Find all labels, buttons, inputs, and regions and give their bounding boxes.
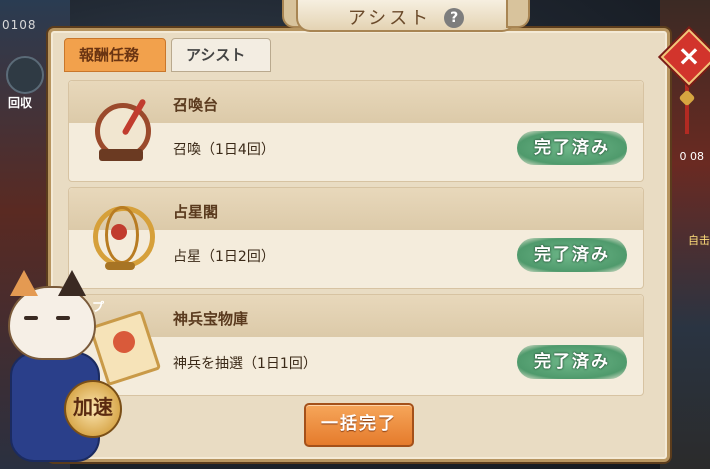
dialog-title: アシスト [347, 8, 432, 29]
completed-badge: 完了済み [517, 345, 627, 379]
mascot-eye-right [56, 316, 70, 320]
astrolabe-icon [83, 200, 159, 276]
recycle-icon[interactable] [6, 56, 44, 94]
help-icon[interactable]: ? [444, 7, 465, 28]
list-item: 召喚台 召喚（1日4回） 完了済み [68, 80, 644, 182]
list-item-title: 占星閣 [173, 203, 219, 221]
close-tassel [685, 78, 689, 134]
background-event-text: 自击 [688, 234, 710, 247]
list-item-description: 神兵を抽選（1日1回） [173, 356, 317, 372]
tab-assist[interactable]: アシスト [171, 38, 271, 72]
list-item-title: 召喚台 [173, 96, 219, 114]
list-item: 神兵宝物庫 神兵を抽選（1日1回） 完了済み [68, 294, 644, 396]
mascot-ear-right [58, 270, 86, 296]
mascot-cat[interactable]: 加速 [0, 268, 130, 469]
bulk-complete-button[interactable]: 一括完了 [304, 403, 414, 447]
mascot-head [8, 286, 96, 360]
recycle-label[interactable]: 回収 [8, 94, 32, 111]
mascot-ear-left [10, 270, 38, 296]
list-item: 占星閣 占星（1日2回） 完了済み [68, 187, 644, 289]
speed-up-button[interactable]: 加速 [64, 380, 122, 438]
list-item-description: 召喚（1日4回） [173, 142, 275, 158]
title-ornament-right [506, 0, 530, 28]
mascot-eye-left [24, 316, 38, 320]
list-item-title: 神兵宝物庫 [173, 310, 249, 328]
close-icon: × [677, 39, 701, 72]
background-time: 0 08 [679, 150, 705, 163]
completed-badge: 完了済み [517, 238, 627, 272]
dialog-title-plate: アシスト ? [296, 0, 516, 32]
drum-icon [83, 93, 159, 169]
tab-reward-tasks[interactable]: 報酬任務 [64, 38, 166, 72]
background-number: 0108 [2, 18, 37, 32]
list-item-description: 占星（1日2回） [173, 249, 275, 265]
completed-badge: 完了済み [517, 131, 627, 165]
